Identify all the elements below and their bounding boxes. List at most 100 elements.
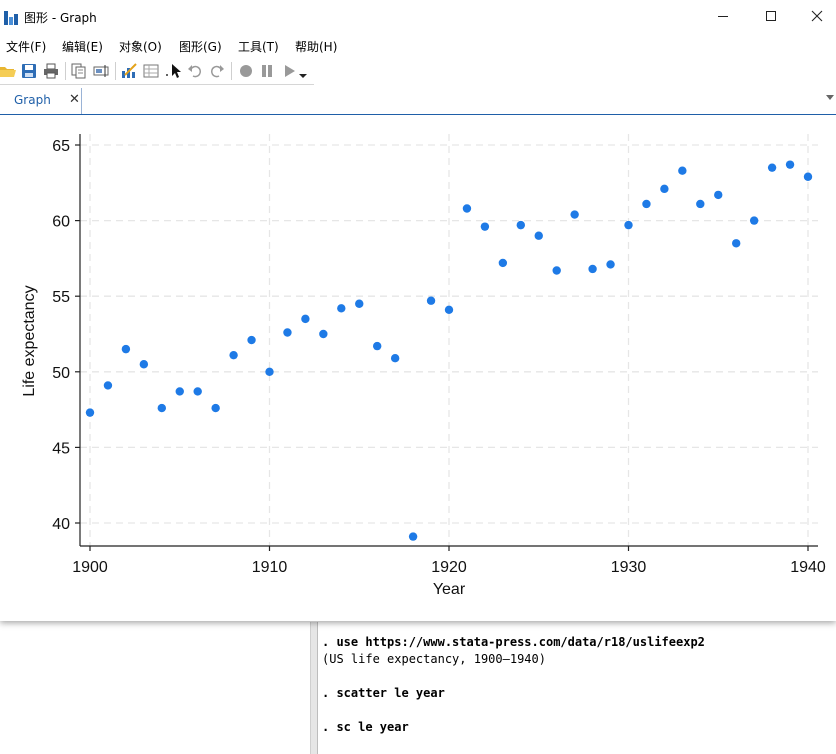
y-tick-label: 60 [52,214,70,231]
data-point [85,408,95,417]
window-title: 图形 - Graph [24,11,97,25]
console-command: . use https://www.stata-press.com/data/r… [322,635,705,649]
data-point [516,220,525,230]
tab-label: Graph [14,93,51,107]
data-point [624,220,633,230]
scatter-chart: 40 45 50 55 60 65 1900 1910 1920 1930 1940 Year Li… [0,116,836,621]
data-point [732,239,741,248]
toolbar-separator [231,62,232,80]
open-icon[interactable] [0,63,16,79]
toolbar-separator [65,62,66,80]
data-point [534,231,543,240]
y-tick-label: 55 [52,289,70,306]
toolbar-separator [115,62,116,80]
title-bar[interactable]: 图形 - Graph [0,4,836,32]
close-button[interactable] [794,4,836,32]
x-axis-label: Year [433,581,466,598]
copy-icon[interactable] [71,63,87,79]
data-point [337,304,346,313]
redo-icon[interactable] [209,63,225,79]
data-point [606,260,615,269]
data-point [660,184,669,194]
data-point [696,199,705,209]
data-point [570,210,579,219]
data-point [426,296,436,305]
data-point [175,387,184,396]
data-point [139,360,149,369]
tab-list-dropdown-icon[interactable] [826,95,834,100]
console-command: . sc le year [322,720,409,734]
rename-icon[interactable] [93,63,109,79]
data-point [767,163,777,172]
menu-tools[interactable]: 工具(T) [238,38,279,55]
data-point [408,532,418,541]
data-point [301,314,310,324]
data-editor-icon[interactable] [143,63,159,79]
panel-splitter[interactable] [310,622,318,754]
data-point [552,266,561,275]
data-point [283,328,292,337]
data-point [103,381,113,390]
console-output: (US life expectancy, 1900–1940) [322,652,546,666]
data-point [229,350,238,360]
record-icon[interactable] [238,63,254,79]
undo-icon[interactable] [187,63,203,79]
data-point [642,199,651,209]
tab-graph[interactable]: Graph ✕ [0,88,82,114]
minimize-icon [718,16,728,17]
x-tick-label: 1910 [252,559,288,576]
menu-help[interactable]: 帮助(H) [295,38,337,55]
pause-icon[interactable] [259,63,275,79]
graph-window: 图形 - Graph 文件(F) 编辑(E) 对象(O) 图形(G) 工具(T)… [0,0,836,621]
data-point [355,299,364,308]
data-point [211,403,220,413]
close-icon [811,10,823,22]
menu-bar: 文件(F) 编辑(E) 对象(O) 图形(G) 工具(T) 帮助(H) [0,34,836,56]
menu-file[interactable]: 文件(F) [6,38,46,55]
data-point [373,341,382,351]
pointer-icon[interactable] [165,63,181,79]
tab-close-icon[interactable]: ✕ [69,92,80,107]
x-tick-label: 1920 [431,559,467,576]
data-point [480,222,490,231]
y-axis-label: Life expectancy [21,285,38,396]
y-tick-label: 45 [52,440,70,457]
data-point [498,258,508,268]
menu-object[interactable]: 对象(O) [119,38,162,55]
menu-edit[interactable]: 编辑(E) [62,38,103,55]
data-point [319,329,328,339]
data-point [749,216,759,225]
x-tick-label: 1940 [790,559,826,576]
tab-bar: Graph ✕ [0,88,836,115]
maximize-icon [766,11,776,21]
data-point [247,335,256,345]
x-tick-label: 1900 [72,559,108,576]
data-point [265,367,274,376]
print-icon[interactable] [43,63,59,79]
minimize-button[interactable] [700,4,746,32]
toolbar [0,58,314,85]
data-point [444,305,454,315]
data-point [678,166,687,175]
y-tick-label: 65 [52,138,70,155]
graph-editor-icon[interactable] [121,63,137,79]
play-icon[interactable] [282,63,298,79]
chevron-down-icon[interactable] [298,63,308,79]
data-point [588,264,597,274]
y-tick-label: 40 [52,516,70,533]
left-panel [0,622,310,754]
x-tick-label: 1930 [611,559,647,576]
data-point [462,204,472,213]
data-point [785,160,795,169]
data-point [390,353,400,363]
maximize-button[interactable] [748,4,794,32]
save-icon[interactable] [21,63,37,79]
data-point [803,172,813,181]
data-point [121,344,131,354]
data-point [157,403,166,413]
data-point [714,190,723,200]
menu-graph[interactable]: 图形(G) [179,38,222,55]
console-command: . scatter le year [322,686,445,700]
